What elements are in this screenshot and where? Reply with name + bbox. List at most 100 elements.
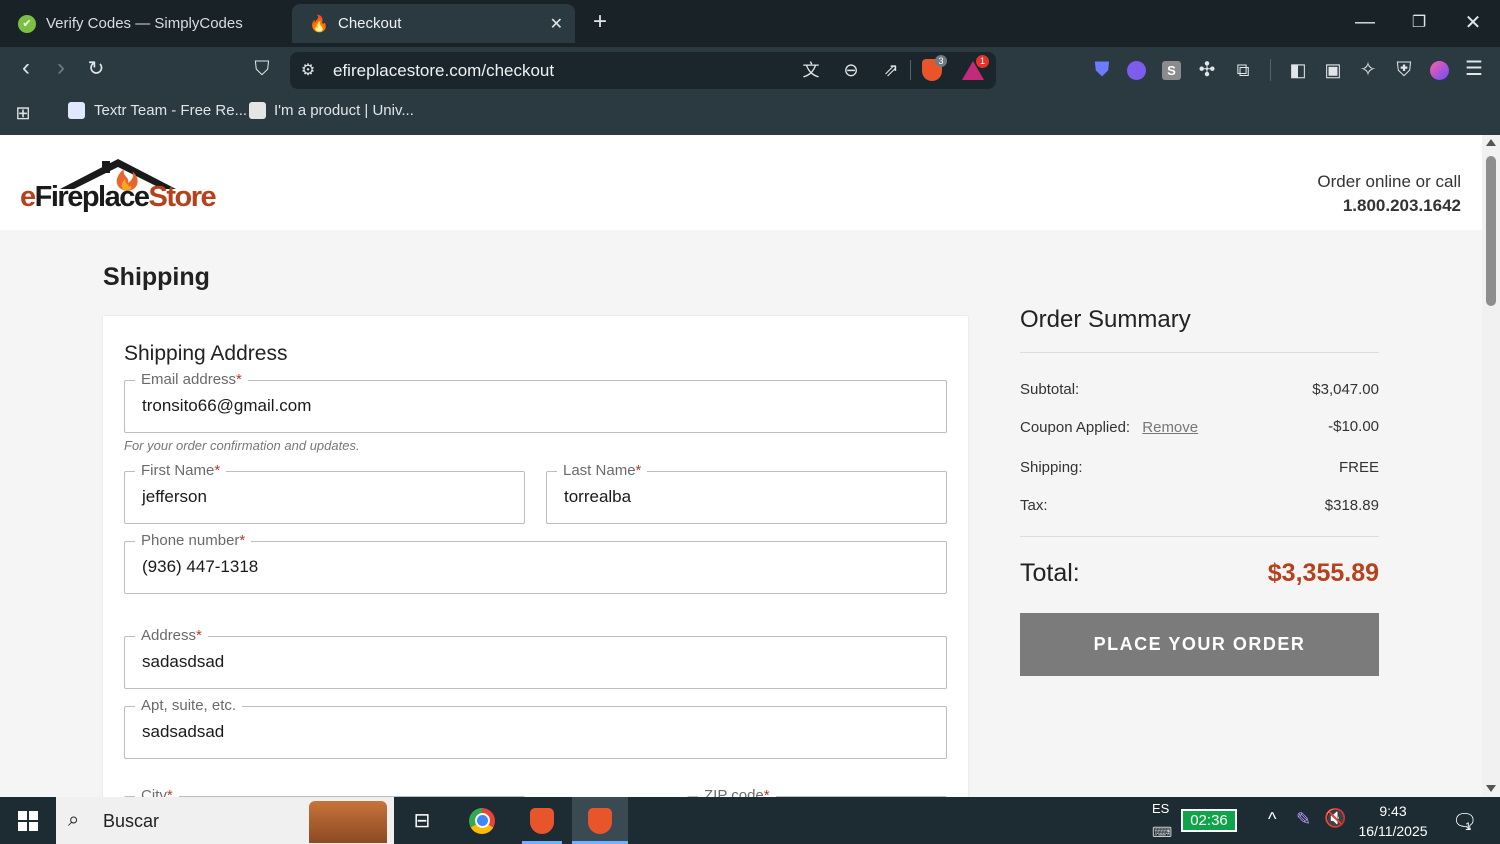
close-tab-icon[interactable]: ✕ xyxy=(550,14,563,34)
brave-icon xyxy=(588,807,612,834)
scroll-down-icon[interactable] xyxy=(1486,785,1496,792)
phone-value[interactable]: (936) 447-1318 xyxy=(142,557,258,577)
profile-avatar[interactable] xyxy=(1430,61,1449,80)
address-value[interactable]: sadasdsad xyxy=(142,652,224,672)
leo-ai-icon[interactable]: ✧ xyxy=(1356,60,1380,80)
volume-muted-icon[interactable]: 🔇 xyxy=(1324,808,1346,829)
scroll-thumb[interactable] xyxy=(1486,156,1496,306)
simplycodes-extension-icon[interactable]: S xyxy=(1162,61,1181,80)
new-tab-icon[interactable]: + xyxy=(588,10,612,34)
email-field[interactable]: Email address* tronsito66@gmail.com xyxy=(124,371,947,433)
first-name-field[interactable]: First Name* jefferson xyxy=(124,462,525,524)
shield-extension-icon[interactable]: ⛊ xyxy=(1090,60,1114,80)
pen-icon[interactable]: ✎ xyxy=(1296,809,1311,830)
wallet-icon[interactable]: ▣ xyxy=(1321,60,1345,80)
required-mark: * xyxy=(214,462,221,479)
divider xyxy=(1020,536,1379,537)
back-icon[interactable]: ‹ xyxy=(14,56,38,80)
coupon-value: -$10.00 xyxy=(1328,418,1379,435)
divider xyxy=(1270,59,1271,81)
extension-purple-icon[interactable] xyxy=(1127,61,1146,80)
page-scrollbar[interactable] xyxy=(1482,135,1500,797)
share-icon[interactable]: ⇗ xyxy=(879,60,903,80)
show-hidden-icons-icon[interactable]: ^ xyxy=(1268,809,1276,830)
logo-fireplace: Fireplace xyxy=(34,181,150,213)
bookmark-icon[interactable]: ⛉ xyxy=(250,59,274,79)
taskbar-search[interactable]: ⌕ Buscar xyxy=(56,797,394,844)
place-order-button[interactable]: PLACE YOUR ORDER xyxy=(1020,613,1379,676)
email-value[interactable]: tronsito66@gmail.com xyxy=(142,396,311,416)
tab-verify-codes[interactable]: ✔ Verify Codes — SimplyCodes xyxy=(0,4,285,43)
field-label: Email address* xyxy=(135,371,248,388)
phone-link[interactable]: 1.800.203.1642 xyxy=(1317,196,1461,216)
total-label: Total: xyxy=(1020,559,1080,587)
field-label: Last Name* xyxy=(557,462,648,479)
tab-checkout[interactable]: 🔥 Checkout ✕ xyxy=(292,4,575,43)
shields-badge: 3 xyxy=(935,55,947,67)
reload-icon[interactable]: ↻ xyxy=(84,59,108,79)
coupon-label: Coupon Applied: xyxy=(1020,419,1131,436)
bookmark-label: Textr Team - Free Re... xyxy=(94,102,248,119)
required-mark: * xyxy=(196,627,202,644)
shipping-value: FREE xyxy=(1338,459,1379,476)
first-name-value[interactable]: jefferson xyxy=(142,487,207,507)
scroll-up-icon[interactable] xyxy=(1486,139,1496,146)
email-hint: For your order confirmation and updates. xyxy=(124,438,360,453)
total-row: Total: $3,355.89 xyxy=(1020,559,1379,588)
start-button[interactable] xyxy=(0,797,56,844)
language-indicator[interactable]: ES xyxy=(1152,801,1169,816)
minimize-icon[interactable]: — xyxy=(1353,12,1377,32)
divider xyxy=(1020,352,1379,353)
close-window-icon[interactable]: ✕ xyxy=(1461,13,1485,33)
brave-app-active[interactable] xyxy=(572,797,628,844)
logo-store: Store xyxy=(148,181,216,213)
sidebar-icon[interactable]: ◧ xyxy=(1286,60,1310,80)
subtotal-row: Subtotal: $3,047.00 xyxy=(1020,381,1379,398)
divider xyxy=(910,60,911,80)
translate-icon[interactable]: 文 xyxy=(799,61,823,81)
required-mark: * xyxy=(166,787,173,797)
tab-title: Checkout xyxy=(338,15,402,32)
phone-field[interactable]: Phone number* (936) 447-1318 xyxy=(124,532,947,594)
last-name-value[interactable]: torrealba xyxy=(564,487,631,507)
screenshot-icon[interactable]: ⧉ xyxy=(1231,60,1255,80)
restore-icon[interactable]: ❐ xyxy=(1407,13,1431,33)
city-label: City xyxy=(141,787,167,797)
extensions-puzzle-icon[interactable]: ✣ xyxy=(1195,60,1219,80)
tax-row: Tax: $318.89 xyxy=(1020,497,1379,514)
apt-value[interactable]: sadsadsad xyxy=(142,722,224,742)
order-online-text: Order online or call xyxy=(1317,172,1461,191)
bookmark-textr[interactable]: Textr Team - Free Re... xyxy=(68,102,247,119)
chrome-app[interactable] xyxy=(454,797,510,844)
address-bar[interactable]: ⚙ efireplacestore.com/checkout 文 ⊖ ⇗ 3 1 xyxy=(290,52,996,89)
menu-icon[interactable]: ☰ xyxy=(1462,59,1486,79)
last-name-field[interactable]: Last Name* torrealba xyxy=(546,462,947,524)
field-label: Address* xyxy=(135,627,208,644)
tax-value: $318.89 xyxy=(1324,497,1379,514)
apt-label: Apt, suite, etc. xyxy=(135,697,243,714)
vpn-icon[interactable]: ⛨ xyxy=(1392,60,1416,80)
apps-grid-icon[interactable]: ⊞ xyxy=(11,103,35,123)
task-view-icon[interactable]: ⊟ xyxy=(394,797,450,844)
page-title: Shipping xyxy=(103,263,210,291)
address-field[interactable]: Address* sadasdsad xyxy=(124,627,947,689)
url-text[interactable]: efireplacestore.com/checkout xyxy=(333,61,554,81)
bookmark-product[interactable]: I'm a product | Univ... xyxy=(249,102,414,119)
brave-app[interactable] xyxy=(514,797,570,844)
apt-field[interactable]: Apt, suite, etc. sadsadsad xyxy=(124,697,947,759)
subtotal-value: $3,047.00 xyxy=(1312,381,1379,398)
logo-wordmark: eFireplaceStore xyxy=(20,181,217,214)
forward-icon[interactable]: › xyxy=(49,56,73,80)
zoom-out-icon[interactable]: ⊖ xyxy=(839,60,863,80)
timer-widget[interactable]: 02:36 xyxy=(1181,809,1237,832)
header-contact: Order online or call 1.800.203.1642 xyxy=(1317,172,1461,216)
clock[interactable]: 9:43 16/11/2025 xyxy=(1352,801,1434,841)
site-settings-icon[interactable]: ⚙ xyxy=(296,61,320,81)
required-mark: * xyxy=(239,532,246,549)
shipping-panel: Shipping Address Email address* tronsito… xyxy=(103,316,968,797)
efireplacestore-logo[interactable]: eFireplaceStore xyxy=(20,157,217,215)
bookmark-label: I'm a product | Univ... xyxy=(274,102,414,119)
remove-coupon-link[interactable]: Remove xyxy=(1142,419,1198,436)
order-summary-title: Order Summary xyxy=(1020,306,1191,333)
page-viewport: eFireplaceStore Order online or call 1.8… xyxy=(0,135,1482,797)
